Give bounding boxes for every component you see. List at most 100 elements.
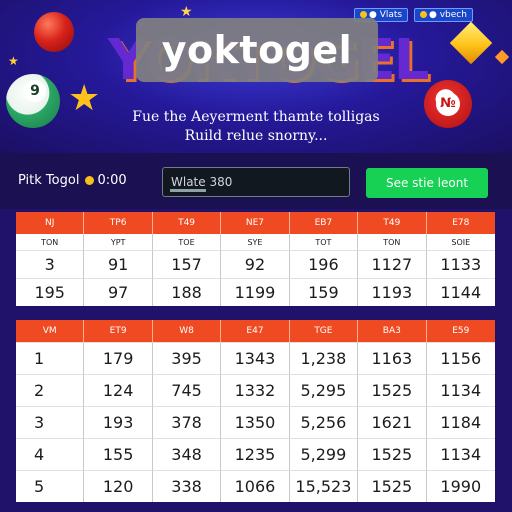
table-row[interactable]: 1 179 395 1343 1,238 1163 1156 (16, 342, 495, 374)
table-row[interactable]: 3 91 157 92 196 1127 1133 (16, 250, 495, 278)
row-number: 2 (16, 374, 85, 406)
table-cell: 338 (152, 470, 222, 502)
top-button-vbech[interactable]: ● vbech (414, 8, 473, 22)
table-cell: 1144 (426, 278, 495, 306)
table-cell: 193 (84, 406, 153, 438)
row-number: 1 (16, 342, 85, 374)
green-ball-number: 9 (24, 80, 46, 102)
table-cell: 1525 (358, 470, 427, 502)
table-cell: 159 (289, 278, 359, 306)
column-header[interactable]: NJ (16, 212, 85, 234)
table-cell: 1133 (426, 250, 495, 278)
column-header[interactable]: T49 (358, 212, 427, 234)
table-header-row: NJ TP6 T49 NE7 EB7 T49 E78 (16, 212, 495, 234)
table-cell: 5,299 (289, 438, 359, 470)
table-row[interactable]: 2 124 745 1332 5,295 1525 1134 (16, 374, 495, 406)
column-header[interactable]: TP6 (84, 212, 153, 234)
table-cell: 15,523 (289, 470, 359, 502)
tiny-star-icon: ★ (8, 54, 19, 68)
subheader-cell: TON (358, 234, 427, 250)
table-cell: 1525 (358, 438, 427, 470)
table-cell: 1184 (426, 406, 495, 438)
tagline-line-2: Ruild relue snorny... (184, 128, 328, 144)
table-cell: 1127 (358, 250, 427, 278)
column-header[interactable]: NE7 (221, 212, 290, 234)
table-cell: 5,295 (289, 374, 359, 406)
row-number: 4 (16, 438, 85, 470)
row-number: 3 (16, 406, 85, 438)
column-header[interactable]: ET9 (84, 320, 153, 342)
number-input[interactable] (162, 167, 350, 197)
table-cell: 92 (221, 250, 290, 278)
table-cell: 179 (84, 342, 153, 374)
input-underline (170, 189, 206, 192)
column-header[interactable]: E78 (426, 212, 495, 234)
tagline: Fue the Aeyerment thamte tolligas Ruild … (0, 108, 512, 146)
table-row[interactable]: 4 155 348 1235 5,299 1525 1134 (16, 438, 495, 470)
subheader-cell: TOE (152, 234, 222, 250)
table-cell: 1134 (426, 438, 495, 470)
table-cell: 120 (84, 470, 153, 502)
column-header[interactable]: T49 (152, 212, 222, 234)
row-number: 5 (16, 470, 85, 502)
timer-dot-icon (85, 176, 95, 185)
table-cell: 1066 (221, 470, 290, 502)
column-header[interactable]: E59 (426, 320, 495, 342)
column-header[interactable]: EB7 (289, 212, 359, 234)
column-header[interactable]: E47 (221, 320, 290, 342)
table-subheader-row: TON YPT TOE SYE TOT TON SOIE (16, 234, 495, 250)
table-cell: 1343 (221, 342, 290, 374)
table-cell: 1235 (221, 438, 290, 470)
table-cell: 91 (84, 250, 153, 278)
subheader-cell: TON (16, 234, 85, 250)
table-row[interactable]: 195 97 188 1199 159 1193 1144 (16, 278, 495, 306)
game-timer: 0:00 (97, 173, 127, 188)
table-cell: 1621 (358, 406, 427, 438)
table-cell: 348 (152, 438, 222, 470)
column-header[interactable]: VM (16, 320, 85, 342)
subheader-cell: SOIE (426, 234, 495, 250)
sparkle-icon (494, 49, 510, 65)
submit-button[interactable]: See stie leont (366, 168, 488, 198)
column-header[interactable]: W8 (152, 320, 222, 342)
subheader-cell: TOT (289, 234, 359, 250)
table-row[interactable]: 3 193 378 1350 5,256 1621 1184 (16, 406, 495, 438)
table-cell: 745 (152, 374, 222, 406)
game-label: Pitk Togol (18, 173, 80, 188)
column-header[interactable]: TGE (289, 320, 359, 342)
subheader-cell: YPT (84, 234, 153, 250)
table-row[interactable]: 5 120 338 1066 15,523 1525 1990 (16, 470, 495, 502)
table-cell: 1199 (221, 278, 290, 306)
coin-icon (420, 11, 427, 18)
table-cell: 188 (152, 278, 222, 306)
table-cell: 1350 (221, 406, 290, 438)
column-header[interactable]: BA3 (358, 320, 427, 342)
table-cell: 395 (152, 342, 222, 374)
table-cell: 1134 (426, 374, 495, 406)
table-cell: 1525 (358, 374, 427, 406)
table-cell: 157 (152, 250, 222, 278)
results-table-1: NJ TP6 T49 NE7 EB7 T49 E78 TON YPT TOE S… (16, 212, 495, 306)
table-cell: 97 (84, 278, 153, 306)
table-cell: 124 (84, 374, 153, 406)
red-lottery-ball-icon (34, 12, 74, 52)
table-cell: 1,238 (289, 342, 359, 374)
gold-diamond-icon (449, 21, 493, 65)
brand-name: yoktogel (161, 28, 353, 72)
table-cell: 196 (289, 250, 359, 278)
table-cell: 1193 (358, 278, 427, 306)
table-header-row: VM ET9 W8 E47 TGE BA3 E59 (16, 320, 495, 342)
table-cell: 195 (16, 278, 85, 306)
table-cell: 1156 (426, 342, 495, 374)
subheader-cell: SYE (221, 234, 290, 250)
tagline-line-1: Fue the Aeyerment thamte tolligas (132, 109, 380, 125)
game-status: Pitk Togol 0:00 (18, 173, 127, 188)
table-cell: 1163 (358, 342, 427, 374)
table-cell: 378 (152, 406, 222, 438)
header-banner: YOKTOGEL ★ ★ 9 ★ № ● Vlats ● vbech yokto… (0, 0, 512, 153)
table-cell: 155 (84, 438, 153, 470)
brand-logo[interactable]: yoktogel (136, 18, 378, 82)
top-button-label: ● vbech (429, 10, 467, 20)
table-cell: 1990 (426, 470, 495, 502)
table-cell: 5,256 (289, 406, 359, 438)
